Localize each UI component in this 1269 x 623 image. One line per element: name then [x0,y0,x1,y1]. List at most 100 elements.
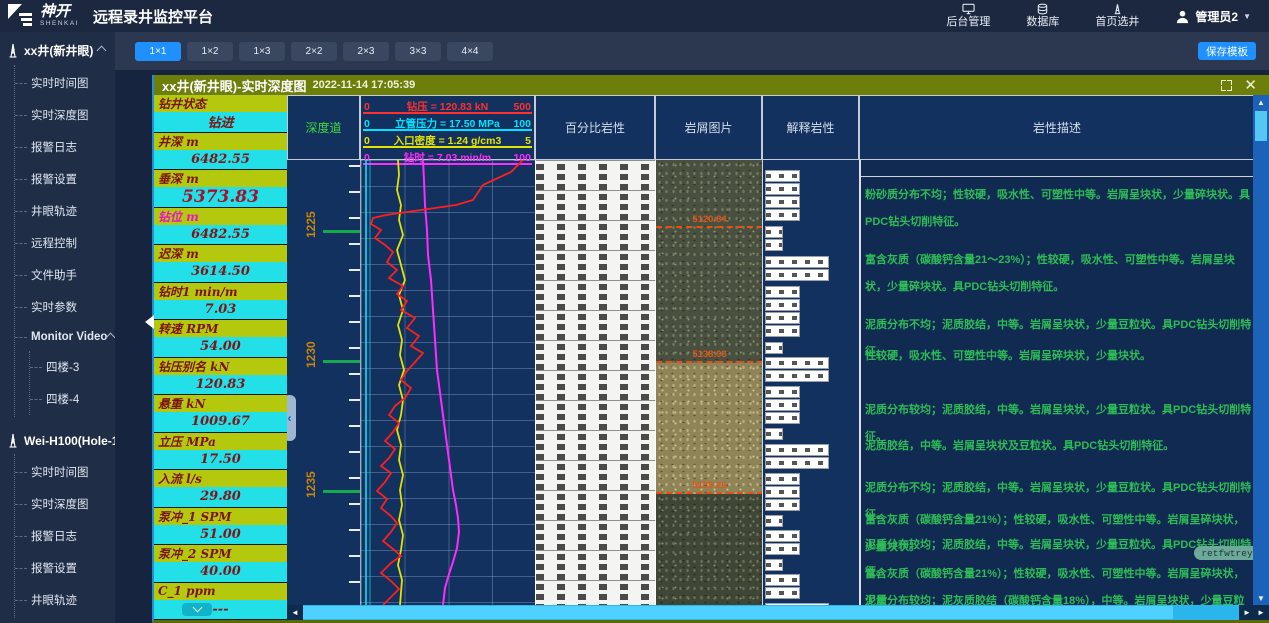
shenkai-logo-icon [8,4,34,28]
cuttings-photo-header: 岩屑图片 [655,95,762,160]
user-avatar-icon [1175,9,1190,24]
param-label: 入流 l/s [154,470,287,487]
param-label: 垂深 m [154,170,287,187]
param-label: 钻位 m [154,208,287,225]
param-block: 入流 l/s29.80 [154,470,287,508]
param-value: 29.80 [154,487,287,506]
hover-tooltip: retfwtrey [1194,546,1253,560]
cuttings-photo [656,494,763,605]
lith-block [765,412,800,424]
sidebar-well-xx[interactable]: xx井(新井眼) [0,32,115,65]
sidebar-item-realtime-params[interactable]: 实时参数 [15,291,115,323]
sidebar-item-alarm-settings[interactable]: 报警设置 [15,163,115,195]
sidebar-item-realtime-time-chart[interactable]: 实时时间图 [15,67,115,99]
chevron-down-icon [192,603,202,613]
photo-boundary-line [656,492,763,494]
sidebar-item-camera-4f-4[interactable]: 四楼-4 [30,383,115,415]
legend-label: 立管压力 = 17.50 MPa [363,119,532,130]
param-block: 转速 RPM54.00 [154,320,287,358]
sidebar-item-realtime-depth-chart-2[interactable]: 实时深度图 [15,488,115,520]
sidebar-item-realtime-time-chart-2[interactable]: 实时时间图 [15,456,115,488]
layout-1x2-button[interactable]: 1×2 [187,42,233,61]
scroll-down-button[interactable]: ▼ [1253,591,1269,605]
param-value: 6482.55 [154,150,287,169]
scroll-left-button[interactable]: ◄ [287,605,303,620]
sidebar-item-file-assistant[interactable]: 文件助手 [15,259,115,291]
cuttings-photo [656,160,763,363]
close-icon[interactable]: ✕ [1244,78,1257,93]
nav-label: 后台管理 [946,16,990,28]
derrick-icon [6,43,20,58]
logo-bar [23,23,32,26]
sidebar-item-camera-4f-3[interactable]: 四楼-3 [30,351,115,383]
nav-backstage-management[interactable]: 后台管理 [946,3,990,28]
sidebar-item-realtime-depth-chart[interactable]: 实时深度图 [15,99,115,131]
interpreted-lithology-header: 解释岩性 [762,95,859,160]
lith-block [765,269,829,281]
param-value: 17.50 [154,450,287,469]
param-value: 51.00 [154,525,287,544]
sidebar-item-alarm-settings-2[interactable]: 报警设置 [15,552,115,584]
param-label: 钻压别名 kN [154,358,287,375]
layout-3x3-button[interactable]: 3×3 [395,42,441,61]
vertical-scroll-thumb[interactable] [1255,111,1267,141]
photo-depth-label: 5120.84 [656,214,763,225]
sidebar-item-well-trajectory-2[interactable]: 井眼轨迹 [15,584,115,616]
sidebar-item-well-trajectory[interactable]: 井眼轨迹 [15,195,115,227]
track-collapse-handle[interactable]: ‹ [287,395,296,441]
top-nav: 后台管理 数据库 首页选井 管理员2 ▼ [946,3,1269,28]
layout-4x4-button[interactable]: 4×4 [447,42,493,61]
lith-block [765,342,783,354]
scroll-up-button[interactable]: ▲ [1253,95,1269,109]
lithology-description: 富含灰质（碳酸钙含量21～23%）；性较硬，吸水性、可塑性中等。岩屑呈块状，少量… [865,247,1253,301]
lith-block [765,209,800,221]
lith-block [765,370,829,382]
panel-timestamp: 2022-11-14 17:05:39 [312,79,415,91]
lithology-description: 泥质分布较均；泥灰质胶结（碳酸钙含量18%），中等。岩屑呈块状，少量豆粒状。具P… [865,588,1253,605]
param-value: 6482.55 [154,225,287,244]
sidebar-item-alarm-log[interactable]: 报警日志 [15,131,115,163]
panel-title: xx井(新井眼)-实时深度图 [162,76,306,95]
layout-toolbar: 1×1 1×2 1×3 2×2 2×3 3×3 4×4 保存模板 [115,32,1269,70]
param-block: 井深 m6482.55 [154,133,287,171]
lithology-description: 粉砂质分布不均；性较硬，吸水性、可塑性中等。岩屑呈块状，少量碎块状。具PDC钻头… [865,182,1253,236]
layout-1x1-button[interactable]: 1×1 [135,42,181,61]
param-block: 泵冲_1 SPM51.00 [154,508,287,546]
param-scroll-down-button[interactable] [182,603,212,616]
horizontal-scroll-thumb[interactable] [303,606,1173,619]
user-menu[interactable]: 管理员2 ▼ [1175,8,1251,25]
param-value: --- [154,600,287,619]
nav-label: 数据库 [1026,16,1059,28]
lith-block [765,357,829,369]
horizontal-scrollbar[interactable]: ◄ ► [287,605,1255,620]
layout-2x2-button[interactable]: 2×2 [291,42,337,61]
nav-home-well-select[interactable]: 首页选井 [1095,3,1139,28]
lith-block [765,299,800,311]
save-template-button[interactable]: 保存模板 [1198,42,1256,60]
vertical-scrollbar[interactable]: ▲ ▼ [1253,95,1269,605]
sidebar-well-weih100[interactable]: Wei-H100(Hole-1) [0,423,115,454]
depth-major-tick [323,360,360,363]
legend-label: 入口密度 = 1.24 g/cm3 [363,136,532,147]
param-value: 120.83 [154,375,287,394]
panel-header-icons: ✕ [1221,78,1269,93]
layout-1x3-button[interactable]: 1×3 [239,42,285,61]
fullscreen-icon[interactable] [1221,80,1232,91]
sidebar-item-monitor-video[interactable]: Monitor Video [15,323,115,351]
layout-buttons: 1×1 1×2 1×3 2×2 2×3 3×3 4×4 [135,42,493,61]
well1-tree: 实时时间图 实时深度图 报警日志 报警设置 井眼轨迹 远程控制 文件助手 实时参… [14,65,115,417]
param-value: 40.00 [154,562,287,581]
layout-2x3-button[interactable]: 2×3 [343,42,389,61]
lith-block [765,183,800,195]
collapse-params-handle[interactable] [145,315,154,329]
sidebar-item-remote-control[interactable]: 远程控制 [15,227,115,259]
legend-standpipe-pressure: 0立管压力 = 17.50 MPa100 [363,115,532,131]
nav-database[interactable]: 数据库 [1026,3,1059,28]
main-area: 1×1 1×2 1×3 2×2 2×3 3×3 4×4 保存模板 xx井(新井眼… [115,32,1269,623]
sidebar-item-alarm-log-2[interactable]: 报警日志 [15,520,115,552]
lith-block [765,226,783,238]
brand-text: 神开 SHENKAI [40,4,79,28]
percent-lithology-header: 百分比岩性 [535,95,655,160]
user-name: 管理员2 [1195,8,1238,25]
database-icon [1036,3,1049,15]
